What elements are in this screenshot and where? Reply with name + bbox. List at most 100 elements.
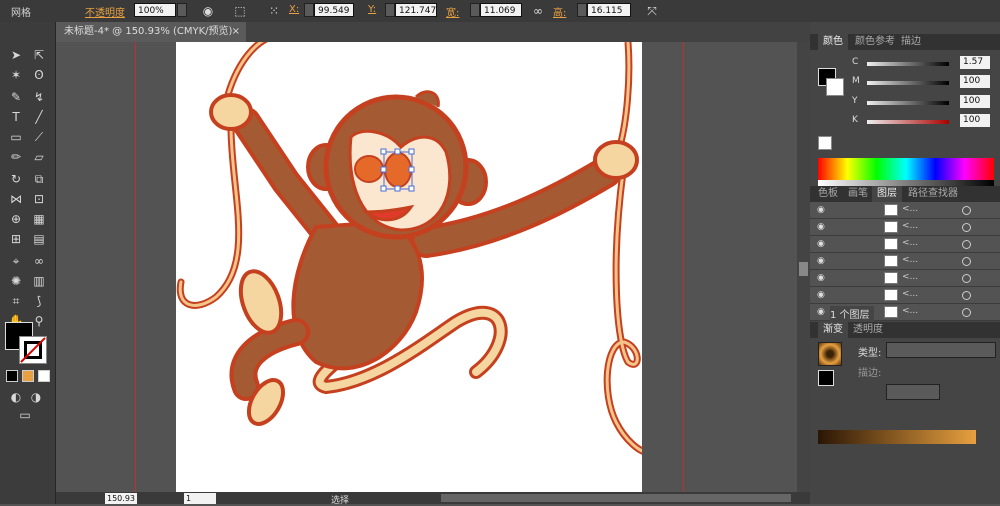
blend-tool-icon[interactable]: ∞ [29, 252, 49, 270]
gradient-type-select[interactable] [886, 342, 996, 358]
opacity-dropdown[interactable] [177, 3, 187, 17]
eye-icon[interactable]: ◉ [817, 255, 829, 267]
gradient-angle-field[interactable] [886, 384, 940, 400]
gradient-tool-icon[interactable]: ▤ [29, 230, 49, 248]
canvas-area[interactable] [56, 42, 810, 492]
vertical-scrollbar[interactable] [797, 42, 810, 492]
gradient-fill-swatch[interactable] [818, 370, 834, 386]
eye-icon[interactable]: ◉ [817, 238, 829, 250]
height-stepper[interactable] [577, 3, 587, 17]
paintbrush-tool-icon[interactable]: ⟋ [29, 128, 49, 146]
eye-icon[interactable]: ◉ [817, 204, 829, 216]
scale-tool-icon[interactable]: ⧉ [29, 170, 49, 188]
selection-tool-icon[interactable]: ➤ [6, 46, 26, 64]
tab-layers[interactable]: 图层 [872, 186, 902, 202]
monkey-illustration[interactable] [176, 42, 647, 492]
column-graph-tool-icon[interactable]: ▥ [29, 272, 49, 290]
rectangle-tool-icon[interactable]: ▭ [6, 128, 26, 146]
mesh-tool-icon[interactable]: ⊞ [6, 230, 26, 248]
gradient-preview[interactable] [818, 342, 842, 366]
tab-swatches[interactable]: 色板 [813, 186, 843, 202]
line-tool-icon[interactable]: ╱ [29, 108, 49, 126]
width-tool-icon[interactable]: ⋈ [6, 190, 26, 208]
rotate-tool-icon[interactable]: ↻ [6, 170, 26, 188]
tab-transparency[interactable]: 透明度 [848, 322, 888, 338]
layer-row[interactable]: ◉ <... [810, 236, 1000, 253]
target-icon[interactable] [962, 206, 971, 215]
document-tab[interactable]: 未标题-4* @ 150.93% (CMYK/预览) × [56, 22, 246, 42]
height-field[interactable]: 16.115 [587, 3, 631, 17]
transform-icon[interactable]: ⤧ [644, 3, 660, 19]
recolor-icon[interactable]: ◉ [200, 3, 216, 19]
target-icon[interactable] [962, 308, 971, 317]
eye-icon[interactable]: ◉ [817, 306, 829, 318]
align-icon[interactable]: ⬚ [232, 3, 248, 19]
direct-selection-tool-icon[interactable]: ⇱ [29, 46, 49, 64]
eye-icon[interactable]: ◉ [817, 221, 829, 233]
target-icon[interactable] [962, 257, 971, 266]
tab-color-guide[interactable]: 颜色参考 [850, 34, 900, 50]
symbol-sprayer-tool-icon[interactable]: ✺ [6, 272, 26, 290]
screen-mode-icon[interactable]: ▭ [15, 406, 35, 424]
perspective-grid-tool-icon[interactable]: ▦ [29, 210, 49, 228]
horizontal-scrollbar[interactable] [441, 494, 791, 502]
gradient-slider[interactable] [818, 430, 976, 444]
color-mode-icon[interactable] [6, 370, 18, 382]
eye-icon[interactable]: ◉ [817, 289, 829, 301]
x-stepper[interactable] [304, 3, 314, 17]
width-stepper[interactable] [470, 3, 480, 17]
lasso-tool-icon[interactable]: ʘ [29, 66, 49, 84]
slider-c[interactable]: C 1.57 [852, 56, 994, 72]
x-field[interactable]: 99.549 [314, 3, 354, 17]
pencil-tool-icon[interactable]: ✏ [6, 148, 26, 166]
layer-row[interactable]: ◉ <... [810, 202, 1000, 219]
y-field[interactable]: 121.747 [395, 3, 437, 17]
draw-mode-icon[interactable]: ◐ [6, 388, 26, 406]
target-icon[interactable] [962, 274, 971, 283]
slider-m[interactable]: M 100 [852, 75, 994, 91]
tab-stroke[interactable]: 描边 [896, 34, 926, 50]
type-tool-icon[interactable]: T [6, 108, 26, 126]
slider-k[interactable]: K 100 [852, 114, 994, 130]
shape-builder-tool-icon[interactable]: ⊕ [6, 210, 26, 228]
target-icon[interactable] [962, 291, 971, 300]
layer-row[interactable]: ◉ <... [810, 219, 1000, 236]
free-transform-tool-icon[interactable]: ⊡ [29, 190, 49, 208]
eyedropper-tool-icon[interactable]: ⌖ [6, 252, 26, 270]
tab-color[interactable]: 颜色 [818, 34, 848, 50]
magic-wand-tool-icon[interactable]: ✶ [6, 66, 26, 84]
color-stroke-swatch[interactable] [826, 78, 844, 96]
tab-brushes[interactable]: 画笔 [843, 186, 873, 202]
artboard[interactable] [176, 42, 647, 492]
gradient-mode-icon[interactable] [22, 370, 34, 382]
page-field[interactable]: 1 [184, 493, 216, 504]
target-icon[interactable] [962, 240, 971, 249]
tab-pathfinder[interactable]: 路径查找器 [903, 186, 963, 202]
artboard-tool-icon[interactable]: ⌗ [6, 292, 26, 310]
width-field[interactable]: 11.069 [480, 3, 522, 17]
link-icon[interactable]: ∞ [530, 3, 546, 19]
opacity-label[interactable]: 不透明度 [85, 4, 125, 19]
none-mode-icon[interactable] [38, 370, 50, 382]
close-tab-icon[interactable]: × [232, 22, 240, 42]
y-stepper[interactable] [385, 3, 395, 17]
layer-row[interactable]: ◉ <... [810, 287, 1000, 304]
eraser-tool-icon[interactable]: ▱ [29, 148, 49, 166]
scroll-thumb[interactable] [799, 262, 808, 276]
zoom-field[interactable]: 150.93 [105, 493, 137, 504]
color-spectrum[interactable] [818, 158, 994, 180]
target-icon[interactable] [962, 223, 971, 232]
layer-row[interactable]: ◉ <... [810, 253, 1000, 270]
eye-icon[interactable]: ◉ [817, 272, 829, 284]
none-swatch[interactable] [818, 136, 832, 150]
reference-point-icon[interactable]: ⁙ [266, 3, 282, 19]
pen-tool-icon[interactable]: ✎ [6, 88, 26, 106]
draw-inside-icon[interactable]: ◑ [26, 388, 46, 406]
layer-row[interactable]: ◉ <... [810, 270, 1000, 287]
stroke-swatch[interactable] [19, 336, 47, 364]
curvature-tool-icon[interactable]: ↯ [29, 88, 49, 106]
tab-gradient[interactable]: 渐变 [818, 322, 848, 338]
slice-tool-icon[interactable]: ⟆ [29, 292, 49, 310]
opacity-field[interactable]: 100% [134, 3, 176, 17]
slider-y[interactable]: Y 100 [852, 95, 994, 111]
